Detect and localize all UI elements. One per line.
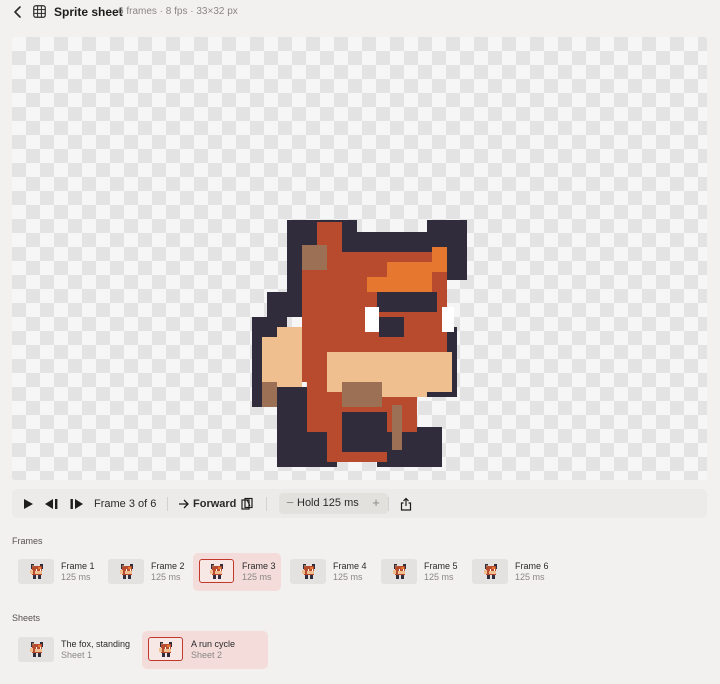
frame-thumbnail — [381, 559, 417, 584]
frame-subtitle: 125 ms — [333, 572, 363, 582]
frame-thumbnail — [108, 559, 144, 584]
share-icon — [400, 497, 412, 511]
sheets-section-label: Sheets — [12, 613, 41, 623]
sprite-canvas[interactable] — [12, 37, 707, 480]
hold-decrease-button[interactable]: − — [284, 496, 296, 510]
frame-thumbnail — [199, 559, 234, 583]
frame-subtitle: 125 ms — [424, 572, 454, 582]
step-back-icon — [45, 498, 58, 509]
fox-thumbnail-icon — [210, 563, 223, 579]
frame-title: Frame 2 — [151, 561, 185, 571]
frame-card[interactable]: Frame 3 125 ms — [193, 553, 281, 591]
direction-button[interactable]: Forward — [178, 489, 236, 518]
sheet-title: The fox, standing — [61, 639, 131, 649]
frame-title: Frame 1 — [61, 561, 95, 571]
sheet-title: A run cycle — [191, 639, 236, 649]
step-forward-icon — [70, 498, 83, 509]
hold-stepper: − Hold 125 ms + — [279, 493, 388, 514]
next-frame-button[interactable] — [69, 489, 84, 518]
sheet-thumbnail — [18, 637, 54, 662]
play-button[interactable] — [22, 489, 34, 518]
frame-title: Frame 4 — [333, 561, 367, 571]
playback-toolbar: Frame 3 of 6 Forward − Hold 125 ms + — [12, 489, 707, 518]
export-button[interactable] — [400, 489, 412, 518]
sheet-subtitle: Sheet 1 — [61, 650, 93, 660]
sheet-subtitle: Sheet 2 — [191, 650, 223, 660]
frame-card[interactable]: Frame 5 125 ms — [375, 553, 463, 591]
frame-title: Frame 5 — [424, 561, 458, 571]
frame-thumbnail — [472, 559, 508, 584]
layers-icon — [241, 497, 253, 510]
onion-skin-button[interactable] — [241, 489, 255, 518]
hold-increase-button[interactable]: + — [370, 496, 382, 510]
toolbar-divider — [266, 497, 267, 511]
play-icon — [24, 498, 33, 509]
frame-subtitle: 125 ms — [515, 572, 545, 582]
frame-card[interactable]: Frame 2 125 ms — [102, 553, 190, 591]
frame-card[interactable]: Frame 1 125 ms — [12, 553, 100, 591]
toolbar-divider — [388, 497, 389, 511]
page-title: Sprite sheet — [54, 5, 123, 19]
sheet-thumbnail — [148, 637, 183, 661]
frame-title: Frame 3 — [242, 561, 276, 571]
arrow-right-icon — [179, 499, 189, 508]
frame-thumbnail — [18, 559, 54, 584]
fox-thumbnail-icon — [29, 642, 43, 657]
fox-thumbnail-icon — [119, 564, 133, 579]
frame-indicator: Frame 3 of 6 — [94, 497, 157, 510]
grid-icon — [33, 5, 46, 18]
direction-label: Forward — [193, 497, 237, 510]
toolbar-divider — [167, 497, 168, 511]
title-bar: Sprite sheet 6 frames · 8 fps · 33×32 px — [0, 0, 720, 24]
frames-section-label: Frames — [12, 536, 43, 546]
fox-thumbnail-icon — [301, 564, 315, 579]
frame-subtitle: 125 ms — [61, 572, 91, 582]
frame-subtitle: 125 ms — [242, 572, 272, 582]
frame-card[interactable]: Frame 6 125 ms — [466, 553, 554, 591]
fox-thumbnail-icon — [483, 564, 497, 579]
sprite-meta: 6 frames · 8 fps · 33×32 px — [118, 6, 238, 17]
fox-thumbnail-icon — [29, 564, 43, 579]
frame-thumbnail — [290, 559, 326, 584]
previous-frame-button[interactable] — [44, 489, 59, 518]
frame-subtitle: 125 ms — [151, 572, 181, 582]
fox-sprite — [252, 220, 467, 467]
sheet-card[interactable]: The fox, standing Sheet 1 — [12, 631, 138, 669]
fox-thumbnail-icon — [159, 641, 172, 657]
hold-label: Hold 125 ms — [297, 497, 359, 509]
frame-title: Frame 6 — [515, 561, 549, 571]
fox-thumbnail-icon — [392, 564, 406, 579]
sheet-card[interactable]: A run cycle Sheet 2 — [142, 631, 268, 669]
frame-card[interactable]: Frame 4 125 ms — [284, 553, 372, 591]
chevron-left-icon[interactable] — [10, 4, 26, 20]
